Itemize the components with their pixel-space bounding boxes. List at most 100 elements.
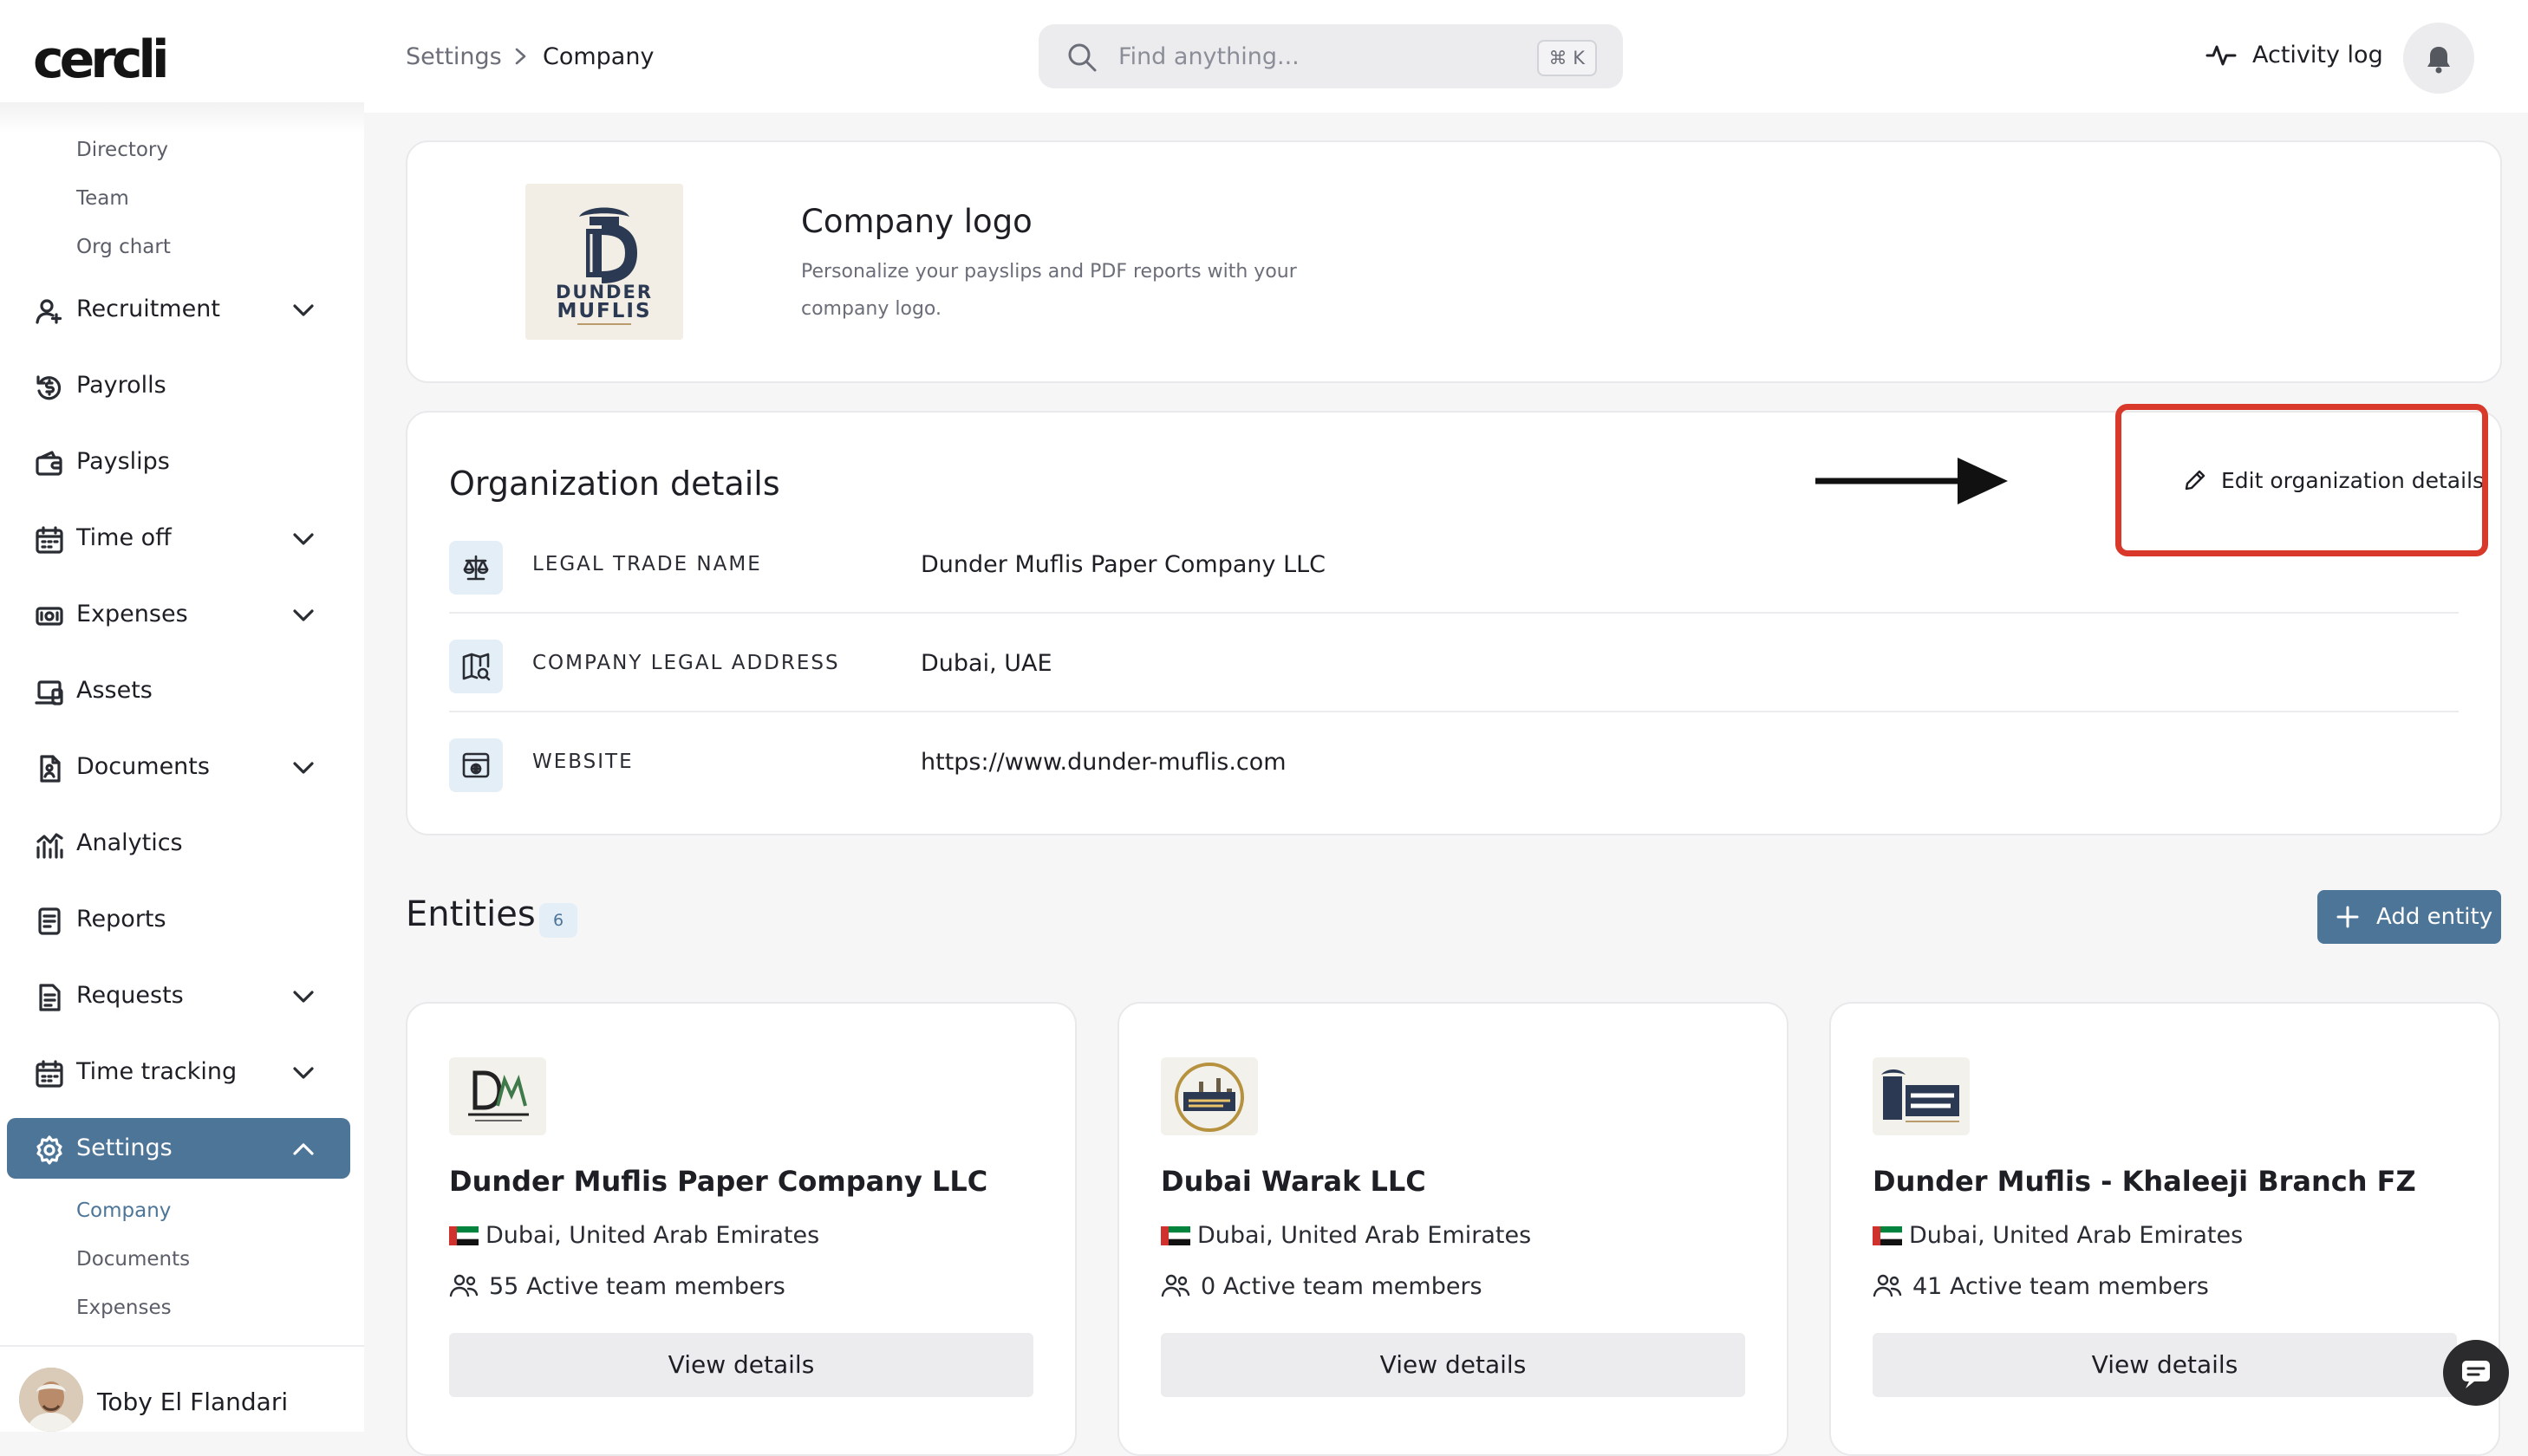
sidebar-item-label: Payrolls bbox=[76, 372, 166, 399]
entity-name: Dunder Muflis Paper Company LLC bbox=[449, 1165, 988, 1198]
uae-flag-icon bbox=[449, 1226, 479, 1245]
chevron-right-icon bbox=[515, 48, 526, 65]
entity-members: 41 Active team members bbox=[1873, 1272, 2209, 1300]
sidebar-item-recruitment[interactable]: Recruitment bbox=[7, 279, 350, 340]
brand-logo[interactable]: cercli bbox=[33, 29, 170, 90]
entity-card: Dunder Muflis - Khaleeji Branch FZ Dubai… bbox=[1829, 1002, 2500, 1456]
uae-flag-icon bbox=[1161, 1226, 1190, 1245]
calendar-icon bbox=[36, 526, 63, 554]
org-row-value: Dunder Muflis Paper Company LLC bbox=[921, 551, 1326, 578]
money-icon bbox=[36, 607, 63, 626]
bell-icon bbox=[2427, 47, 2450, 74]
notifications-button[interactable] bbox=[2403, 23, 2474, 94]
entity-name: Dunder Muflis - Khaleeji Branch FZ bbox=[1873, 1165, 2416, 1198]
annotation-highlight-box bbox=[2115, 404, 2488, 556]
sidebar-item-label: Payslips bbox=[76, 448, 170, 475]
sidebar-subitem-company[interactable]: Company bbox=[76, 1199, 171, 1222]
sidebar-item-label: Assets bbox=[76, 677, 153, 704]
chevron-down-icon[interactable] bbox=[291, 300, 316, 321]
sidebar-item-settings[interactable]: Settings bbox=[7, 1118, 350, 1179]
entity-members: 55 Active team members bbox=[449, 1272, 785, 1300]
sidebar-item-label: Recruitment bbox=[76, 296, 220, 322]
entity-location: Dubai, United Arab Emirates bbox=[1873, 1222, 2243, 1249]
payroll-icon bbox=[36, 375, 62, 400]
sidebar-subitem-expenses[interactable]: Expenses bbox=[76, 1297, 172, 1319]
entity-members-text: 0 Active team members bbox=[1201, 1273, 1482, 1300]
sidebar-item-time-off[interactable]: Time off bbox=[7, 508, 350, 569]
search-shortcut-badge: ⌘ K bbox=[1536, 40, 1597, 76]
sidebar-item-label: Time off bbox=[76, 524, 172, 551]
gear-icon bbox=[36, 1135, 62, 1165]
chat-launcher-button[interactable] bbox=[2443, 1340, 2509, 1406]
search-bar[interactable]: Find anything... ⌘ K bbox=[1039, 24, 1623, 88]
sidebar-subitem-team[interactable]: Team bbox=[76, 187, 129, 210]
add-entity-button[interactable]: Add entity bbox=[2317, 890, 2501, 944]
view-details-label: View details bbox=[2091, 1350, 2238, 1379]
view-details-button[interactable]: View details bbox=[1161, 1333, 1745, 1397]
search-icon bbox=[1068, 43, 1097, 72]
entity-name: Dubai Warak LLC bbox=[1161, 1165, 1426, 1198]
uae-flag-icon bbox=[1873, 1226, 1902, 1245]
wallet-icon bbox=[36, 451, 62, 476]
sidebar: cercli Directory Team Org chart Recruitm… bbox=[0, 0, 364, 1432]
calendar-clock-icon bbox=[36, 1060, 63, 1088]
chevron-down-icon[interactable] bbox=[291, 1063, 316, 1083]
company-logo-description: Personalize your payslips and PDF report… bbox=[801, 261, 1297, 320]
org-row-icon-box bbox=[449, 541, 503, 595]
entities-title: Entities bbox=[406, 894, 536, 934]
team-members-icon bbox=[449, 1274, 479, 1297]
org-row-key: WEBSITE bbox=[532, 751, 634, 773]
sidebar-item-label: Reports bbox=[76, 906, 166, 933]
sidebar-item-assets[interactable]: Assets bbox=[7, 660, 350, 721]
org-row-value: Dubai, UAE bbox=[921, 650, 1052, 677]
sidebar-subitem-directory[interactable]: Directory bbox=[76, 139, 168, 161]
chevron-down-icon[interactable] bbox=[291, 757, 316, 778]
user-name[interactable]: Toby El Flandari bbox=[97, 1388, 288, 1416]
annotation-arrow bbox=[1815, 458, 2008, 504]
sidebar-subitem-documents[interactable]: Documents bbox=[76, 1248, 190, 1271]
entity-card: Dunder Muflis Paper Company LLC Dubai, U… bbox=[406, 1002, 1077, 1456]
sidebar-item-label: Expenses bbox=[76, 601, 188, 627]
divider bbox=[0, 1345, 364, 1347]
breadcrumb-company: Company bbox=[543, 43, 655, 70]
org-row-company-legal-address: COMPANY LEGAL ADDRESS Dubai, UAE bbox=[449, 614, 2459, 712]
sidebar-item-label: Time tracking bbox=[76, 1058, 238, 1085]
chevron-down-icon[interactable] bbox=[291, 529, 316, 549]
analytics-icon bbox=[36, 833, 63, 859]
add-entity-label: Add entity bbox=[2376, 904, 2493, 930]
sidebar-item-label: Documents bbox=[76, 753, 210, 780]
entity-logo bbox=[1161, 1057, 1258, 1135]
sidebar-item-expenses[interactable]: Expenses bbox=[7, 584, 350, 645]
chevron-down-icon[interactable] bbox=[291, 986, 316, 1007]
entity-location-text: Dubai, United Arab Emirates bbox=[1909, 1222, 2244, 1249]
sidebar-item-requests[interactable]: Requests bbox=[7, 965, 350, 1026]
top-bar: Settings Company Find anything... ⌘ K Ac… bbox=[364, 0, 2528, 113]
entity-location: Dubai, United Arab Emirates bbox=[1161, 1222, 1531, 1249]
entity-logo bbox=[449, 1057, 546, 1135]
org-row-key: LEGAL TRADE NAME bbox=[532, 553, 762, 575]
sidebar-item-reports[interactable]: Reports bbox=[7, 889, 350, 950]
org-row-website: WEBSITE https://www.dunder-muflis.com bbox=[449, 712, 2459, 811]
company-logo-image[interactable]: DUNDER MUFLIS bbox=[525, 184, 683, 340]
company-logo-title: Company logo bbox=[801, 203, 1033, 240]
view-details-button[interactable]: View details bbox=[449, 1333, 1033, 1397]
activity-log-label: Activity log bbox=[2252, 42, 2383, 68]
chevron-up-icon[interactable] bbox=[291, 1139, 316, 1160]
sidebar-item-documents[interactable]: Documents bbox=[7, 737, 350, 797]
logo-text-muflis: MUFLIS bbox=[557, 300, 651, 322]
sidebar-item-time-tracking[interactable]: Time tracking bbox=[7, 1042, 350, 1102]
sidebar-item-analytics[interactable]: Analytics bbox=[7, 813, 350, 874]
view-details-button[interactable]: View details bbox=[1873, 1333, 2457, 1397]
sidebar-item-payslips[interactable]: Payslips bbox=[7, 432, 350, 492]
avatar[interactable] bbox=[19, 1368, 83, 1432]
entity-members-text: 55 Active team members bbox=[489, 1273, 785, 1300]
search-placeholder: Find anything... bbox=[1118, 43, 1300, 70]
sidebar-item-payrolls[interactable]: Payrolls bbox=[7, 355, 350, 416]
activity-icon bbox=[2205, 45, 2237, 66]
org-row-value[interactable]: https://www.dunder-muflis.com bbox=[921, 749, 1287, 776]
breadcrumb-settings[interactable]: Settings bbox=[406, 43, 502, 70]
chevron-down-icon[interactable] bbox=[291, 605, 316, 626]
scale-icon bbox=[463, 555, 489, 581]
sidebar-subitem-org-chart[interactable]: Org chart bbox=[76, 236, 171, 258]
sidebar-scroll-shadow bbox=[0, 102, 364, 133]
